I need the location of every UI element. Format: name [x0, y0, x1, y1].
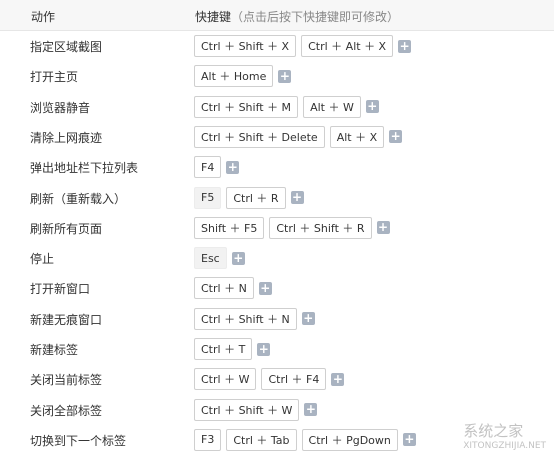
table-header: 动作 快捷键（点击后按下快捷键即可修改）: [0, 0, 554, 31]
action-label: 刷新所有页面: [30, 221, 103, 236]
shortcut-key-box[interactable]: Alt ＋ X: [329, 125, 385, 148]
plus-icon[interactable]: +: [331, 372, 345, 386]
shortcut-keys: Shift ＋ F5 Ctrl ＋ Shift ＋ R +: [194, 213, 390, 243]
plus-icon[interactable]: +: [226, 160, 240, 174]
shortcut-key-box[interactable]: Ctrl ＋ T: [194, 338, 253, 360]
shortcut-key-box[interactable]: F5: [194, 186, 222, 209]
watermark-subtext: XITONGZHIJIA.NET: [463, 441, 546, 451]
shortcut-key-box[interactable]: F4: [194, 156, 222, 179]
shortcut-key-box[interactable]: Ctrl ＋ Tab: [226, 428, 297, 451]
plus-icon[interactable]: +: [402, 433, 416, 447]
column-header-action: 动作: [31, 10, 56, 24]
shortcut-keys: Ctrl ＋ N +: [194, 273, 272, 303]
shortcut-row: 刷新所有页面 Shift ＋ F5 Ctrl ＋ Shift ＋ R +: [0, 213, 554, 243]
plus-icon[interactable]: +: [258, 281, 272, 295]
plus-icon[interactable]: +: [301, 312, 315, 326]
shortcut-key-box[interactable]: Ctrl ＋ Shift ＋ W: [194, 398, 300, 421]
action-label: 关闭全部标签: [30, 403, 103, 418]
shortcut-row: 新建无痕窗口 Ctrl ＋ Shift ＋ N +: [0, 304, 554, 334]
shortcut-keys: Ctrl ＋ T +: [194, 334, 271, 364]
shortcut-key-box[interactable]: Shift ＋ F5: [194, 216, 265, 239]
shortcut-keys: Ctrl ＋ Shift ＋ N +: [194, 304, 315, 334]
shortcut-row: 新建标签 Ctrl ＋ T +: [0, 334, 554, 364]
shortcut-key-box[interactable]: Ctrl ＋ R: [226, 186, 286, 209]
action-label: 新建标签: [30, 343, 79, 357]
shortcut-keys: Ctrl ＋ Shift ＋ X Ctrl ＋ Alt ＋ X +: [194, 31, 412, 61]
shortcut-row: 打开主页 Alt ＋ Home +: [0, 61, 554, 91]
action-label: 切换到下一个标签: [30, 433, 127, 448]
shortcut-key-box[interactable]: Ctrl ＋ Shift ＋ Delete: [194, 125, 325, 148]
plus-icon[interactable]: +: [389, 130, 403, 144]
shortcut-row: 刷新（重新载入） F5 Ctrl ＋ R +: [0, 183, 554, 213]
shortcut-row: 弹出地址栏下拉列表 F4 +: [0, 152, 554, 182]
shortcut-key-box[interactable]: Ctrl ＋ Shift ＋ N: [194, 307, 297, 330]
watermark-text: 系统之家: [463, 422, 524, 440]
plus-icon[interactable]: +: [278, 69, 292, 83]
shortcut-keys: Ctrl ＋ Shift ＋ W +: [194, 395, 318, 425]
plus-icon[interactable]: +: [257, 342, 271, 356]
action-label: 弹出地址栏下拉列表: [30, 161, 139, 176]
shortcut-keys: Alt ＋ Home +: [194, 61, 292, 91]
shortcut-row: 浏览器静音 Ctrl ＋ Shift ＋ M Alt ＋ W +: [0, 92, 554, 122]
action-label: 清除上网痕迹: [30, 130, 103, 145]
shortcut-row: 停止 Esc +: [0, 243, 554, 273]
shortcut-key-box[interactable]: Alt ＋ W: [303, 95, 361, 118]
shortcut-key-box[interactable]: Ctrl ＋ Shift ＋ X: [194, 35, 297, 57]
action-label: 刷新（重新载入）: [30, 191, 127, 206]
plus-icon[interactable]: +: [365, 100, 379, 114]
column-header-shortcut: 快捷键（点击后按下快捷键即可修改）: [195, 8, 399, 25]
action-label: 浏览器静音: [30, 100, 91, 115]
shortcut-key-box[interactable]: Esc: [194, 247, 227, 270]
column-header-hint: （点击后按下快捷键即可修改）: [231, 10, 400, 24]
shortcut-key-box[interactable]: F3: [194, 428, 222, 451]
shortcut-row: 指定区域截图 Ctrl ＋ Shift ＋ X Ctrl ＋ Alt ＋ X +: [0, 31, 554, 61]
column-header-shortcut-label: 快捷键: [195, 10, 232, 24]
shortcut-keys: Ctrl ＋ Shift ＋ Delete Alt ＋ X +: [194, 122, 403, 152]
plus-icon[interactable]: +: [304, 403, 318, 417]
shortcut-row: 打开新窗口 Ctrl ＋ N +: [0, 273, 554, 303]
shortcut-keys: Ctrl ＋ W Ctrl ＋ F4 +: [194, 364, 345, 394]
action-label: 打开新窗口: [30, 282, 91, 297]
shortcut-key-box[interactable]: Ctrl ＋ Shift ＋ R: [269, 216, 372, 239]
shortcut-keys: Esc +: [194, 243, 245, 273]
shortcut-key-box[interactable]: Ctrl ＋ N: [194, 277, 254, 300]
action-label: 打开主页: [30, 70, 79, 85]
shortcut-keys: Ctrl ＋ Shift ＋ M Alt ＋ W +: [194, 92, 379, 122]
plus-icon[interactable]: +: [376, 221, 390, 235]
shortcut-row: 关闭当前标签 Ctrl ＋ W Ctrl ＋ F4 +: [0, 364, 554, 394]
shortcut-keys: F5 Ctrl ＋ R +: [194, 183, 304, 213]
shortcut-key-box[interactable]: Ctrl ＋ Shift ＋ M: [194, 95, 299, 118]
shortcut-row: 清除上网痕迹 Ctrl ＋ Shift ＋ Delete Alt ＋ X +: [0, 122, 554, 152]
plus-icon[interactable]: +: [231, 251, 245, 265]
action-label: 新建无痕窗口: [30, 312, 103, 327]
shortcut-keys: F4 +: [194, 152, 240, 182]
shortcut-key-box[interactable]: Ctrl ＋ W: [194, 368, 257, 391]
site-watermark: 系统之家 XITONGZHIJIA.NET: [463, 420, 546, 451]
action-label: 指定区域截图: [30, 40, 103, 54]
plus-icon[interactable]: +: [398, 39, 412, 53]
shortcut-keys: F3 Ctrl ＋ Tab Ctrl ＋ PgDown +: [194, 425, 416, 455]
shortcut-key-box[interactable]: Ctrl ＋ F4: [261, 368, 327, 391]
shortcut-key-box[interactable]: Ctrl ＋ PgDown: [301, 428, 398, 451]
action-label: 关闭当前标签: [30, 373, 103, 388]
plus-icon[interactable]: +: [290, 191, 304, 204]
shortcut-key-box[interactable]: Ctrl ＋ Alt ＋ X: [301, 35, 394, 57]
shortcut-key-box[interactable]: Alt ＋ Home: [194, 65, 274, 88]
action-label: 停止: [30, 252, 55, 267]
